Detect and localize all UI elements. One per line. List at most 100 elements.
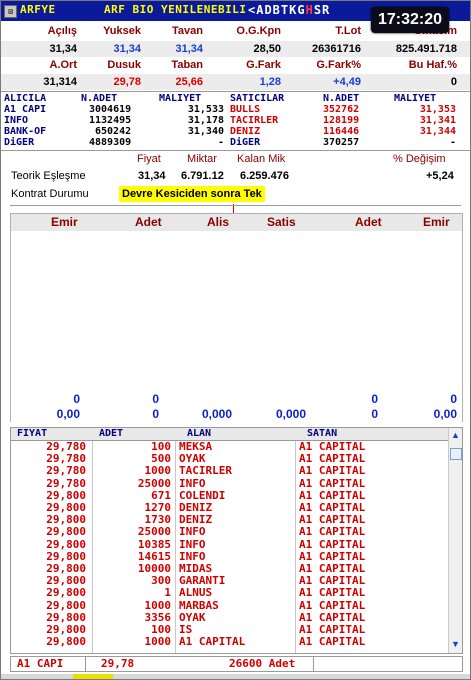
trade-row[interactable]: 29,800 10000 MIDAS A1 CAPITAL [11,563,448,574]
trade-buyer: MARBAS [179,598,219,612]
trade-price: 29,800 [46,501,86,514]
ticker-part-b: H [305,3,314,17]
orderbook-header: Emir Adet Alis Satis Adet Emir [10,213,463,232]
value-og-kpn: 28,50 [253,43,281,55]
trade-row[interactable]: 29,800 14615 INFO A1 CAPITAL [11,551,448,562]
depth-seller: TACIRLER [230,115,279,126]
scroll-thumb[interactable] [450,448,462,460]
window-menu-icon[interactable]: ⊠ [4,5,17,18]
depth-row[interactable]: DiGER 4889309 - DiGER 370257 - [1,137,470,148]
depth-sell-qty: 116446 [323,126,360,137]
depth-header-buy-cost: MALIYET [159,93,202,104]
ob-bid-orders-count: 0 [73,392,80,406]
ob-header-ask[interactable]: Satis [267,214,296,231]
label-ceiling: Tavan [172,25,203,37]
ob-ask-orders-total: 0,00 [433,407,457,421]
ob-header-bid-qty[interactable]: Adet [135,214,162,231]
trade-buyer: DENIZ [179,501,213,514]
trade-row[interactable]: 29,800 1000 A1 CAPITAL A1 CAPITAL [11,636,448,647]
trade-row[interactable]: 29,800 1730 DENIZ A1 CAPITAL [11,514,448,525]
depth-buyer: INFO [4,115,29,126]
footer-divider [313,657,314,671]
trades-header-buyer[interactable]: ALAN [187,428,211,440]
trade-row[interactable]: 29,800 1000 MARBAS A1 CAPITAL [11,600,448,611]
trade-buyer: INFO [179,549,206,563]
trade-row[interactable]: 29,800 671 COLENDI A1 CAPITAL [11,490,448,501]
company-name: ARF BIO YENILENEBILI [104,3,247,16]
depth-buy-qty: 1132495 [89,115,132,126]
trades-header-seller[interactable]: SATAN [307,428,337,440]
depth-header-buy-qty: N.ADET [81,93,118,104]
trade-price: 29,780 [46,452,86,466]
trades-scrollbar[interactable]: ▲ ▼ [448,428,462,653]
theo-header-price: Fiyat [137,153,161,165]
label-floor: Taban [171,59,203,71]
trade-row[interactable]: 29,800 300 GARANTI A1 CAPITAL [11,575,448,586]
trade-seller: A1 CAPITAL [299,452,366,466]
value-high: 31,34 [113,43,141,55]
trade-price: 29,800 [46,635,86,649]
broker-depth-table: ALICILA N.ADET MALIYET SATICILAR N.ADET … [1,91,470,151]
trades-header-qty[interactable]: ADET [99,428,123,440]
trade-row[interactable]: 29,780 500 OYAK A1 CAPITAL [11,453,448,464]
depth-seller: DENIZ [230,126,261,137]
contract-status-label: Kontrat Durumu [11,188,89,200]
trades-table[interactable]: FIYAT ADET ALAN SATAN 29,780 100 MEKSA A1 C… [10,427,463,654]
theo-label: Teorik Eşleşme [11,170,86,182]
depth-buy-qty: 3004619 [89,104,132,115]
last-trade-bar: A1 CAPI 29,78 26600 Adet [10,656,463,672]
ob-header-ask-orders[interactable]: Emir [423,214,450,231]
trades-header-price[interactable]: FIYAT [17,428,47,440]
theo-qty: 6.791.12 [181,170,224,182]
trade-seller: A1 CAPITAL [299,623,366,636]
depth-buy-cost: - [217,137,224,148]
depth-row[interactable]: BANK-OF 650242 31,340 DENIZ 116446 31,34… [1,126,470,137]
section-divider [10,205,461,206]
trade-row[interactable]: 29,780 1000 TACIRLER A1 CAPITAL [11,465,448,476]
trade-row[interactable]: 29,800 1 ALNUS A1 CAPITAL [11,587,448,598]
scroll-down-icon[interactable]: ▼ [451,639,460,649]
trade-qty: 3356 [144,610,172,624]
depth-buy-qty: 4889309 [89,137,132,148]
trade-row[interactable]: 29,780 25000 INFO A1 CAPITAL [11,478,448,489]
theoretical-row: Teorik Eşleşme 31,34 6.791.12 6.259.476 … [1,168,470,184]
trade-seller: A1 CAPITAL [299,440,366,453]
value-avg: 31,314 [43,76,77,88]
trade-price: 29,780 [46,440,86,453]
trade-seller: A1 CAPITAL [299,525,366,539]
trade-buyer: GARANTI [179,574,226,588]
trade-row[interactable]: 29,800 25000 INFO A1 CAPITAL [11,526,448,537]
trade-row[interactable]: 29,800 3356 OYAK A1 CAPITAL [11,612,448,623]
trade-buyer: INFO [179,537,206,551]
trade-price: 29,800 [46,525,86,539]
trade-qty: 1000 [144,598,172,612]
trade-row[interactable]: 29,780 100 MEKSA A1 CAPITAL [11,441,448,452]
depth-row[interactable]: INFO 1132495 31,178 TACIRLER 128199 31,3… [1,115,470,126]
depth-sell-cost: 31,353 [419,104,456,115]
trade-seller: A1 CAPITAL [299,635,366,649]
ob-header-bid[interactable]: Alis [207,214,229,231]
depth-buyer: A1 CAPI [4,104,47,115]
value-ceiling: 31,34 [175,43,203,55]
summary-row1-values: 31,34 31,34 31,34 28,50 26361716 825.491… [1,41,470,57]
theo-price: 31,34 [138,170,166,182]
trade-row[interactable]: 29,800 100 IS A1 CAPITAL [11,624,448,635]
ticker-tape: <ADBTKGHSR [248,3,330,17]
scroll-up-icon[interactable]: ▲ [451,430,460,440]
trade-buyer: TACIRLER [179,464,232,478]
contract-status-value: Devre Kesiciden sonra Tek [119,186,265,202]
depth-row[interactable]: A1 CAPI 3004619 31,533 BULLS 352762 31,3… [1,104,470,115]
ob-ask-price-total: 0,000 [275,407,306,421]
trade-seller: A1 CAPITAL [299,513,366,527]
trade-price: 29,780 [46,476,86,490]
trade-row[interactable]: 29,800 1270 DENIZ A1 CAPITAL [11,502,448,513]
depth-header-sell-qty: N.ADET [323,93,360,104]
trade-buyer: OYAK [179,452,206,466]
theoretical-header: Fiyat Miktar Kalan Mik % Değişim [1,151,470,167]
ob-header-bid-orders[interactable]: Emir [51,214,78,231]
ob-header-ask-qty[interactable]: Adet [355,214,382,231]
symbol-code: ARFYE [20,3,56,16]
trade-price: 29,800 [46,537,86,551]
trade-seller: A1 CAPITAL [299,537,366,551]
trade-row[interactable]: 29,800 10385 INFO A1 CAPITAL [11,539,448,550]
